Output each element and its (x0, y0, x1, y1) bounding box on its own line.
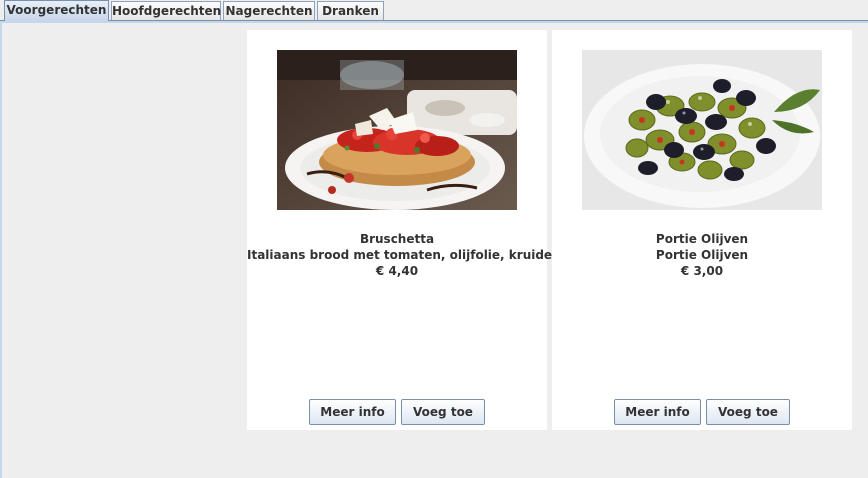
product-price: € 3,00 (680, 264, 724, 278)
tab-dranken[interactable]: Dranken (317, 1, 384, 20)
bruschetta-photo (277, 50, 517, 210)
product-text: Bruschetta Italiaans brood met tomaten, … (247, 231, 566, 279)
app-window: Voorgerechten Hoofdgerechten Nagerechten… (0, 0, 868, 478)
tab-underline (0, 20, 868, 23)
more-info-button[interactable]: Meer info (614, 399, 701, 425)
category-tabs: Voorgerechten Hoofdgerechten Nagerechten… (0, 0, 868, 23)
tab-hoofdgerechten[interactable]: Hoofdgerechten (111, 1, 221, 20)
more-info-button[interactable]: Meer info (309, 399, 396, 425)
product-card: Bruschetta Italiaans brood met tomaten, … (247, 30, 566, 430)
olives-photo (582, 50, 822, 210)
add-button[interactable]: Voeg toe (706, 399, 790, 425)
product-card: Portie Olijven Portie Olijven € 3,00 Mee… (552, 30, 852, 430)
tab-nagerechten[interactable]: Nagerechten (223, 1, 315, 20)
product-name: Portie Olijven (655, 232, 749, 246)
product-text: Portie Olijven Portie Olijven € 3,00 (552, 231, 852, 279)
add-button[interactable]: Voeg toe (401, 399, 485, 425)
product-price: € 4,40 (375, 264, 419, 278)
product-name: Bruschetta (359, 232, 435, 246)
tab-voorgerechten[interactable]: Voorgerechten (4, 0, 109, 21)
product-description: Portie Olijven (655, 248, 749, 262)
product-description: Italiaans brood met tomaten, olijfolie, … (247, 248, 566, 262)
